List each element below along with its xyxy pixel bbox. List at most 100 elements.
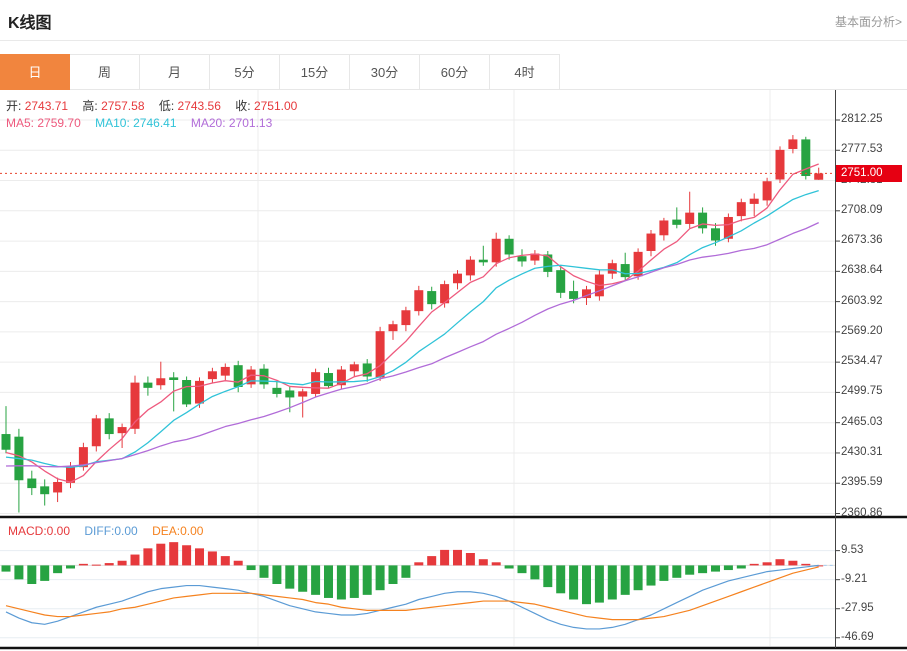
candle [466,260,475,276]
macd-bar [698,565,707,573]
macd-bar [285,565,294,588]
macd-bar [453,550,462,566]
macd-bar [156,544,165,566]
macd-bar [195,548,204,565]
low-label: 低: [159,99,174,113]
macd-bar [14,565,23,579]
tab-15min[interactable]: 15分 [280,54,350,90]
tab-30min[interactable]: 30分 [350,54,420,90]
ma10-value: 2746.41 [133,116,176,130]
macd-bar [505,565,514,568]
macd-bar [298,565,307,591]
candle [608,263,617,273]
candle [285,390,294,397]
ma5-value: 2759.70 [37,116,80,130]
macd-bar [543,565,552,587]
macd-bar [492,562,501,565]
tab-day[interactable]: 日 [0,54,70,90]
diff-value: 0.00 [114,524,137,538]
candle [221,367,230,376]
macd-bar [608,565,617,599]
macd-bar [208,551,217,565]
macd-bar [737,565,746,568]
ma10-label: MA10: [95,116,130,130]
macd-bar [569,565,578,599]
ma-readout: MA5: 2759.70 MA10: 2746.41 MA20: 2701.13 [6,116,283,130]
candle [272,388,281,394]
candle [389,324,398,331]
candle [543,254,552,271]
macd-bar [169,542,178,565]
diff-label: DIFF: [84,524,114,538]
macd-bar [776,559,785,565]
macd-bar [247,565,256,570]
axis-tick-label: 2777.53 [841,143,883,155]
candle [737,202,746,216]
macd-bar [414,562,423,565]
macd-bar [105,563,114,565]
candle [53,482,62,492]
macd-bar [530,565,539,579]
macd-bar [363,565,372,594]
axis-tick-label: 2395.59 [841,476,883,488]
macd-readout: MACD:0.00 DIFF:0.00 DEA:0.00 [8,524,214,538]
axis-tick-label: 2534.47 [841,355,883,367]
tab-4hour[interactable]: 4时 [490,54,560,90]
macd-bar [143,548,152,565]
axis-tick-label: 2673.36 [841,234,883,246]
axis-tick-label: 2430.31 [841,446,883,458]
candle [479,260,488,263]
open-label: 开: [6,99,21,113]
axis-tick-label: -27.95 [841,602,874,614]
dea-label: DEA: [152,524,180,538]
candle [234,365,243,387]
candle [814,173,823,179]
macd-bar [801,564,810,566]
macd-bar [466,553,475,565]
ma5-line [6,164,819,482]
axis-tick-label: -9.21 [841,573,867,585]
candle [156,378,165,385]
candle [492,239,501,263]
tab-month[interactable]: 月 [140,54,210,90]
macd-bar [401,565,410,577]
candle [659,220,668,235]
tab-60min[interactable]: 60分 [420,54,490,90]
candle [311,372,320,394]
candle [2,434,11,450]
tab-5min[interactable]: 5分 [210,54,280,90]
candle [621,264,630,277]
candle [401,310,410,325]
axis-tick-label: 2603.92 [841,295,883,307]
macd-bar [479,559,488,565]
candle [414,290,423,311]
candle [685,213,694,224]
macd-bar [634,565,643,590]
candle [750,199,759,204]
candle [40,486,49,494]
macd-bar [427,556,436,565]
macd-bar [389,565,398,584]
candle [105,418,114,434]
ma5-label: MA5: [6,116,34,130]
candle [788,139,797,149]
tab-week[interactable]: 周 [70,54,140,90]
candle [169,377,178,380]
macd-value: 0.00 [47,524,70,538]
axis-tick-label: 2465.03 [841,416,883,428]
macd-bar [2,565,11,571]
macd-bar [711,565,720,571]
ohlc-readout: 开: 2743.71 高: 2757.58 低: 2743.56 收: 2751… [6,97,308,114]
kline-page: K线图 基本面分析> 日 周 月 5分 15分 30分 60分 4时 开: 27… [0,0,907,651]
macd-bar [685,565,694,574]
macd-bar [659,565,668,581]
macd-bar [92,565,101,566]
candle [776,150,785,180]
macd-bar [337,565,346,599]
candle [27,479,36,489]
current-price-badge: 2751.00 [836,165,902,182]
interval-tab-bar: 日 周 月 5分 15分 30分 60分 4时 [0,54,907,90]
macd-bar [750,564,759,566]
macd-bar [66,565,75,568]
candle [698,213,707,229]
